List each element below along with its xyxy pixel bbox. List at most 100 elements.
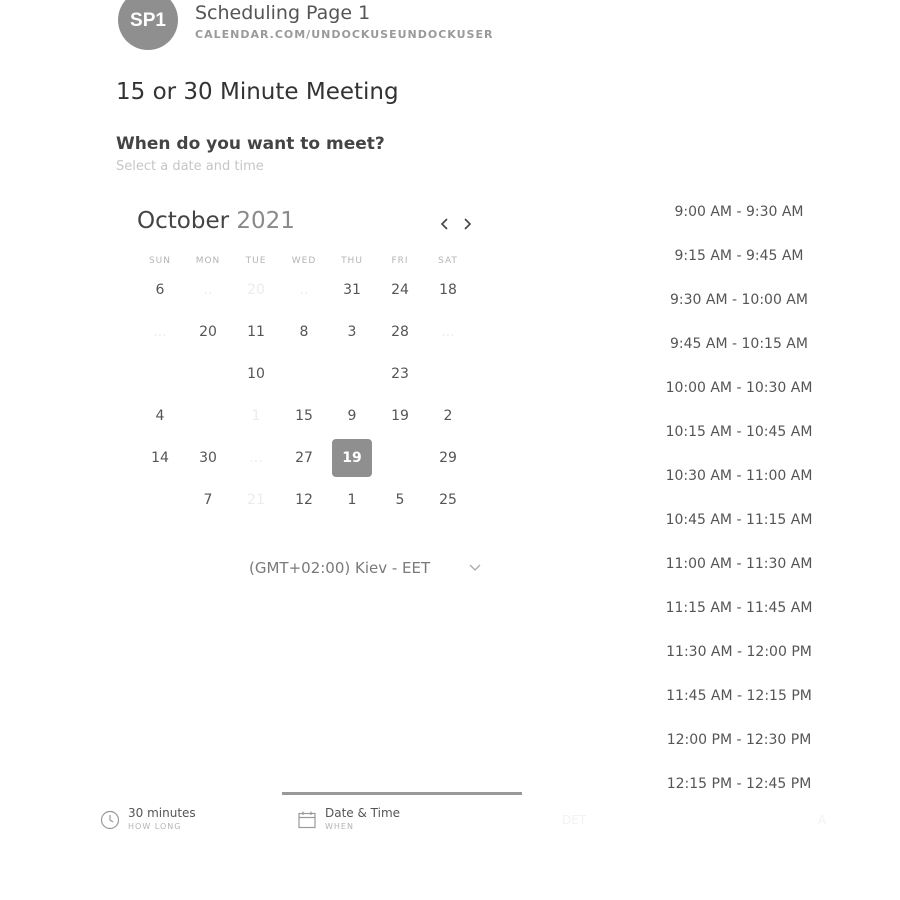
calendar-day[interactable]: 18 [424, 269, 472, 311]
time-slot-button[interactable]: 9:30 AM - 10:00 AM [662, 278, 816, 322]
calendar-day [424, 353, 472, 395]
calendar-day[interactable]: 14 [136, 437, 184, 479]
calendar-day[interactable]: 30 [184, 437, 232, 479]
calendar-day [136, 353, 184, 395]
calendar-day[interactable]: 25 [424, 479, 472, 521]
calendar-day[interactable]: 29 [424, 437, 472, 479]
calendar-day-number: 18 [439, 282, 457, 298]
step-date-time-sublabel: WHEN [325, 822, 354, 831]
calendar-day: .. [184, 269, 232, 311]
calendar-day[interactable]: 19 [376, 395, 424, 437]
calendar-day[interactable]: 24 [376, 269, 424, 311]
step-date-time[interactable]: Date & Time WHEN [297, 806, 400, 831]
calendar-day[interactable]: 28 [376, 311, 424, 353]
weekday-header: SUN MON TUE WED THU FRI SAT [136, 256, 472, 266]
weekday-label: FRI [391, 256, 409, 266]
calendar-day-number: 28 [391, 324, 409, 340]
calendar-day-number: 21 [247, 492, 265, 508]
calendar-day-number: 27 [295, 450, 313, 466]
calendar-day[interactable]: 4 [136, 395, 184, 437]
calendar-day-number: .. [203, 282, 213, 298]
calendar-day-number: 19 [332, 439, 372, 477]
calendar-day: 20 [232, 269, 280, 311]
time-slot-list: 9:00 AM - 9:30 AM 9:15 AM - 9:45 AM 9:30 A… [662, 190, 816, 806]
time-slot-button[interactable]: 10:15 AM - 10:45 AM [662, 410, 816, 454]
step-duration[interactable]: 30 minutes HOW LONG [100, 806, 196, 831]
calendar-day[interactable]: 6 [136, 269, 184, 311]
time-slot-button[interactable]: 10:45 AM - 11:15 AM [662, 498, 816, 542]
weekday-label: MON [195, 256, 221, 266]
calendar-day-number: 14 [151, 450, 169, 466]
time-slot-button[interactable]: 11:45 AM - 12:15 PM [662, 674, 816, 718]
avatar: SP1 [118, 0, 178, 50]
calendar-day-number: 6 [155, 282, 165, 298]
time-slot-button[interactable]: 10:30 AM - 11:00 AM [662, 454, 816, 498]
calendar-day[interactable]: 23 [376, 353, 424, 395]
calendar-day-number: ... [153, 324, 167, 340]
calendar-day-number: 9 [347, 408, 357, 424]
meeting-title: 15 or 30 Minute Meeting [116, 79, 399, 105]
calendar-day[interactable]: 31 [328, 269, 376, 311]
date-time-hint: Select a date and time [116, 159, 264, 174]
calendar-day[interactable]: 10 [232, 353, 280, 395]
calendar-day [328, 353, 376, 395]
calendar-day[interactable]: 8 [280, 311, 328, 353]
calendar-day-number: 5 [395, 492, 405, 508]
step-duration-sublabel: HOW LONG [128, 822, 182, 831]
calendar-day[interactable]: 3 [328, 311, 376, 353]
active-step-indicator [282, 792, 522, 795]
chevron-down-icon [469, 564, 481, 571]
weekday-label: SAT [438, 256, 458, 266]
calendar-day-number: 1 [251, 408, 261, 424]
weekday-label: WED [291, 256, 317, 266]
calendar-day: 21 [232, 479, 280, 521]
scheduling-page-url[interactable]: CALENDAR.COM/UNDOCKUSEUNDOCKUSER [195, 28, 493, 41]
weekday-label: TUE [245, 256, 267, 266]
calendar-day-number: 10 [247, 366, 265, 382]
calendar-day: ... [424, 311, 472, 353]
time-slot-button[interactable]: 12:00 PM - 12:30 PM [662, 718, 816, 762]
calendar-day [184, 353, 232, 395]
time-slot-button[interactable]: 12:15 PM - 12:45 PM [662, 762, 816, 806]
calendar-day-number: 7 [203, 492, 213, 508]
calendar-day-selected[interactable]: 19 [328, 437, 376, 479]
calendar-day[interactable]: 27 [280, 437, 328, 479]
calendar-day-number: 2 [443, 408, 453, 424]
timezone-select[interactable]: (GMT+02:00) Kiev - EET [240, 555, 490, 581]
time-slot-button[interactable]: 9:00 AM - 9:30 AM [662, 190, 816, 234]
calendar-day[interactable]: 5 [376, 479, 424, 521]
year-label: 2021 [236, 208, 295, 234]
calendar-day [376, 437, 424, 479]
time-slot-button[interactable]: 11:15 AM - 11:45 AM [662, 586, 816, 630]
step-details-ghost: DET [562, 813, 587, 827]
calendar-day[interactable]: 12 [280, 479, 328, 521]
calendar-day[interactable]: 1 [328, 479, 376, 521]
calendar-day-number: ... [249, 450, 263, 466]
calendar-day[interactable]: 9 [328, 395, 376, 437]
time-slot-button[interactable]: 10:00 AM - 10:30 AM [662, 366, 816, 410]
time-slot-button[interactable]: 11:00 AM - 11:30 AM [662, 542, 816, 586]
scheduling-page-name: Scheduling Page 1 [195, 2, 371, 24]
timezone-value: (GMT+02:00) Kiev - EET [249, 559, 431, 577]
time-slot-button[interactable]: 11:30 AM - 12:00 PM [662, 630, 816, 674]
calendar-icon [298, 811, 316, 829]
calendar-day[interactable]: 7 [184, 479, 232, 521]
calendar-day: .. [280, 269, 328, 311]
calendar-day [184, 395, 232, 437]
calendar-month-label: October 2021 [137, 208, 295, 234]
chevron-left-icon [440, 218, 448, 230]
calendar-day-number: 30 [199, 450, 217, 466]
calendar-day[interactable]: 20 [184, 311, 232, 353]
previous-month-button[interactable] [436, 214, 454, 234]
calendar-day[interactable]: 11 [232, 311, 280, 353]
time-slot-button[interactable]: 9:45 AM - 10:15 AM [662, 322, 816, 366]
calendar-day-number: 15 [295, 408, 313, 424]
time-slot-button[interactable]: 9:15 AM - 9:45 AM [662, 234, 816, 278]
calendar-day-number: 31 [343, 282, 361, 298]
clock-icon [100, 810, 120, 830]
calendar-day: ... [136, 311, 184, 353]
calendar-day[interactable]: 15 [280, 395, 328, 437]
next-month-button[interactable] [458, 214, 476, 234]
calendar-day[interactable]: 2 [424, 395, 472, 437]
calendar-day-number: 3 [347, 324, 357, 340]
